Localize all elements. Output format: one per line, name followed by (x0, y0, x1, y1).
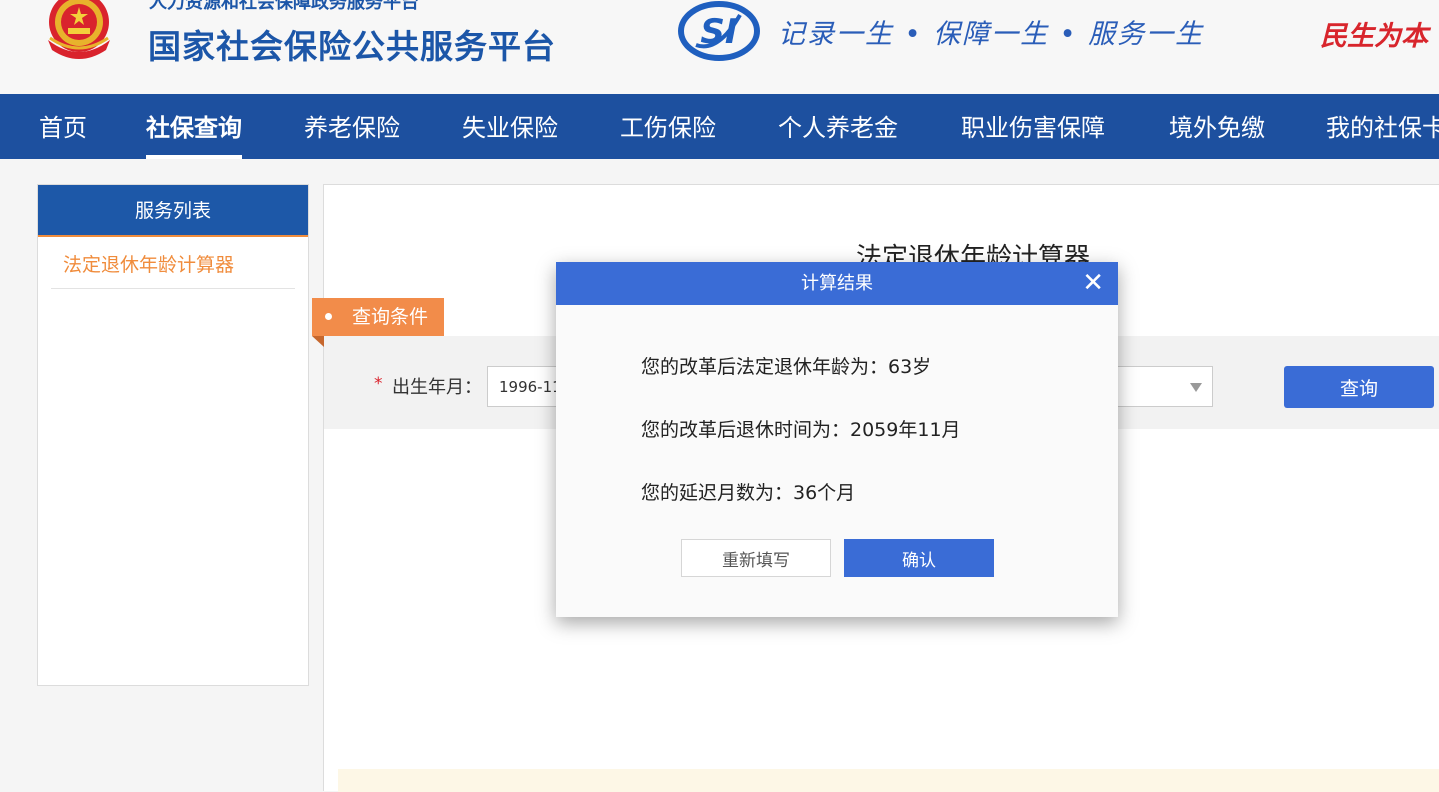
national-emblem-icon (48, 0, 110, 59)
result-dialog: 计算结果 ✕ 您的改革后法定退休年龄为：63岁 您的改革后退休时间为：2059年… (556, 262, 1118, 617)
dialog-header: 计算结果 ✕ (556, 262, 1118, 305)
birth-date-label: 出生年月： (392, 377, 482, 398)
result-retirement-date: 您的改革后退休时间为：2059年11月 (641, 419, 961, 441)
query-section-label: 查询条件 (312, 298, 444, 347)
ministry-name: 人力资源和社会保障政务服务平台 (149, 0, 419, 13)
site-header: 人力资源和社会保障政务服务平台 国家社会保险公共服务平台 SI 记录一生 • 保… (0, 0, 1439, 94)
type-select[interactable] (1104, 366, 1213, 407)
nav-item-my-si-card[interactable]: 我的社保卡 (1326, 94, 1439, 159)
nav-item-personal-pension[interactable]: 个人养老金 (778, 94, 898, 159)
query-button[interactable]: 查询 (1284, 366, 1434, 408)
dialog-title: 计算结果 (801, 273, 873, 294)
nav-item-pension[interactable]: 养老保险 (304, 94, 400, 159)
platform-title: 国家社会保险公共服务平台 (148, 27, 556, 66)
notice-bar (338, 769, 1439, 792)
bullet-dot-icon (325, 313, 332, 320)
motto: 民生为本 (1320, 21, 1428, 52)
svg-text:SI: SI (700, 12, 737, 52)
query-section-text: 查询条件 (352, 306, 429, 328)
confirm-button[interactable]: 确认 (844, 539, 994, 577)
slogan: 记录一生 • 保障一生 • 服务一生 (778, 19, 1205, 50)
nav-item-overseas-exemption[interactable]: 境外免缴 (1169, 94, 1265, 159)
main-nav: 首页 社保查询 养老保险 失业保险 工伤保险 个人养老金 职业伤害保障 境外免缴… (0, 94, 1439, 159)
result-delay-months: 您的延迟月数为：36个月 (641, 482, 856, 504)
chevron-down-icon (1190, 383, 1202, 392)
nav-item-si-query[interactable]: 社保查询 (146, 94, 242, 159)
nav-item-occupational-injury[interactable]: 职业伤害保障 (961, 94, 1105, 159)
close-icon[interactable]: ✕ (1082, 262, 1104, 305)
required-mark: * (374, 374, 383, 394)
sidebar-item-retirement-calculator[interactable]: 法定退休年龄计算器 (51, 237, 295, 289)
nav-item-home[interactable]: 首页 (39, 94, 87, 159)
nav-item-unemployment[interactable]: 失业保险 (462, 94, 558, 159)
service-sidebar: 服务列表 法定退休年龄计算器 (37, 184, 309, 686)
sidebar-title: 服务列表 (38, 185, 308, 237)
result-retirement-age: 您的改革后法定退休年龄为：63岁 (641, 356, 932, 378)
ribbon-fold-icon (312, 336, 324, 347)
nav-item-injury[interactable]: 工伤保险 (620, 94, 716, 159)
si-logo-icon: SI (678, 1, 760, 61)
refill-button[interactable]: 重新填写 (681, 539, 831, 577)
